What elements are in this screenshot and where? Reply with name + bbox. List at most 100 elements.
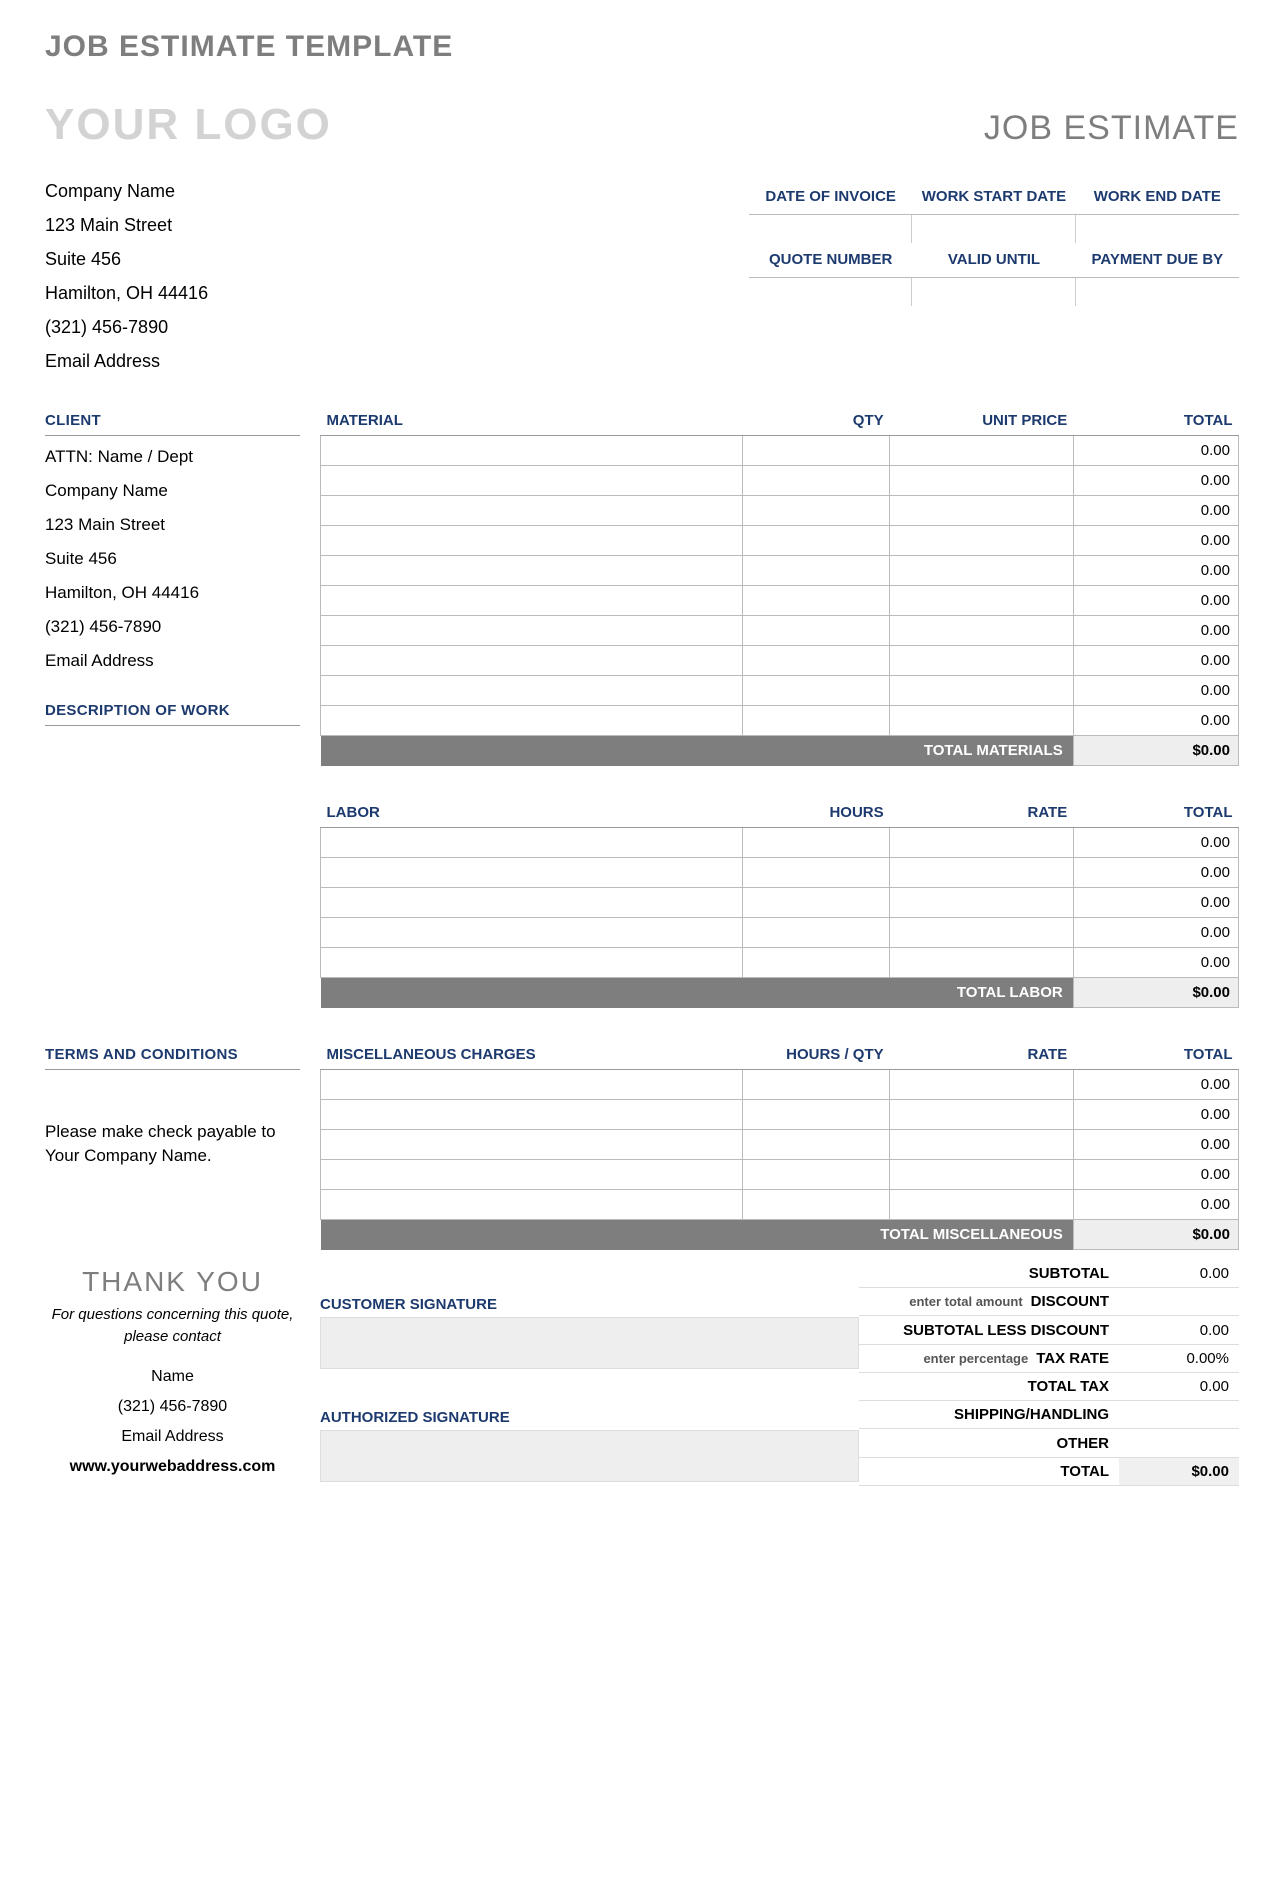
cell[interactable]	[743, 1070, 890, 1100]
cell-total[interactable]: 0.00	[1073, 436, 1238, 466]
cell-total[interactable]: 0.00	[1073, 888, 1238, 918]
cell-desc[interactable]	[321, 616, 743, 646]
cell-desc[interactable]	[321, 556, 743, 586]
cell[interactable]	[890, 526, 1074, 556]
cell-desc[interactable]	[321, 858, 743, 888]
cell[interactable]	[890, 888, 1074, 918]
cell[interactable]	[743, 828, 890, 858]
cell-total[interactable]: 0.00	[1073, 496, 1238, 526]
cell[interactable]	[890, 828, 1074, 858]
customer-signature-box[interactable]	[320, 1317, 859, 1369]
cell-desc[interactable]	[321, 888, 743, 918]
cell[interactable]	[743, 1190, 890, 1220]
cell[interactable]	[890, 1160, 1074, 1190]
meta-value-valid-until[interactable]	[912, 278, 1075, 306]
cell[interactable]	[890, 496, 1074, 526]
meta-value-quote-number[interactable]	[749, 278, 912, 306]
cell[interactable]	[890, 586, 1074, 616]
cell[interactable]	[743, 918, 890, 948]
cell[interactable]	[743, 526, 890, 556]
cell-total[interactable]: 0.00	[1073, 1130, 1238, 1160]
discount-value[interactable]	[1119, 1288, 1239, 1316]
cell-total[interactable]: 0.00	[1073, 616, 1238, 646]
cell-total[interactable]: 0.00	[1073, 948, 1238, 978]
cell-desc[interactable]	[321, 1070, 743, 1100]
cell-total[interactable]: 0.00	[1073, 556, 1238, 586]
grand-total-value: $0.00	[1119, 1458, 1239, 1486]
cell[interactable]	[890, 858, 1074, 888]
other-value[interactable]	[1119, 1430, 1239, 1458]
cell[interactable]	[890, 706, 1074, 736]
cell[interactable]	[743, 858, 890, 888]
cell-total[interactable]: 0.00	[1073, 1190, 1238, 1220]
cell[interactable]	[890, 1100, 1074, 1130]
cell[interactable]	[743, 676, 890, 706]
cell[interactable]	[743, 1100, 890, 1130]
cell[interactable]	[743, 706, 890, 736]
cell-total[interactable]: 0.00	[1073, 676, 1238, 706]
cell-desc[interactable]	[321, 918, 743, 948]
cell[interactable]	[890, 1130, 1074, 1160]
cell-desc[interactable]	[321, 1130, 743, 1160]
cell-desc[interactable]	[321, 466, 743, 496]
cell-desc[interactable]	[321, 828, 743, 858]
grand-total-label: TOTAL	[859, 1458, 1119, 1486]
cell-desc[interactable]	[321, 948, 743, 978]
cell[interactable]	[743, 496, 890, 526]
cell[interactable]	[890, 616, 1074, 646]
meta-value-date-invoice[interactable]	[749, 215, 912, 243]
cell[interactable]	[743, 466, 890, 496]
cell-desc[interactable]	[321, 496, 743, 526]
cell-total[interactable]: 0.00	[1073, 1100, 1238, 1130]
meta-value-work-end[interactable]	[1076, 215, 1239, 243]
cell[interactable]	[743, 556, 890, 586]
discount-label: DISCOUNT	[1031, 1292, 1109, 1312]
meta-value-work-start[interactable]	[912, 215, 1075, 243]
cell[interactable]	[890, 556, 1074, 586]
cell-total[interactable]: 0.00	[1073, 586, 1238, 616]
cell[interactable]	[890, 646, 1074, 676]
cell[interactable]	[890, 948, 1074, 978]
taxrate-value[interactable]: 0.00%	[1119, 1345, 1239, 1373]
cell-total[interactable]: 0.00	[1073, 526, 1238, 556]
cell[interactable]	[743, 1130, 890, 1160]
cell-total[interactable]: 0.00	[1073, 706, 1238, 736]
cell-desc[interactable]	[321, 1160, 743, 1190]
cell[interactable]	[890, 466, 1074, 496]
cell-total[interactable]: 0.00	[1073, 1160, 1238, 1190]
cell[interactable]	[890, 676, 1074, 706]
cell-total[interactable]: 0.00	[1073, 858, 1238, 888]
taxrate-label: TAX RATE	[1036, 1349, 1109, 1369]
cell[interactable]	[890, 1190, 1074, 1220]
taxrate-hint: enter percentage	[923, 1349, 1028, 1369]
cell-desc[interactable]	[321, 436, 743, 466]
cell-desc[interactable]	[321, 526, 743, 556]
meta-value-payment-due[interactable]	[1076, 278, 1239, 306]
authorized-signature-box[interactable]	[320, 1430, 859, 1482]
cell[interactable]	[743, 888, 890, 918]
meta-header: WORK START DATE	[912, 180, 1075, 215]
shipping-value[interactable]	[1119, 1401, 1239, 1429]
cell[interactable]	[743, 646, 890, 676]
cell-desc[interactable]	[321, 586, 743, 616]
cell-total[interactable]: 0.00	[1073, 646, 1238, 676]
cell-desc[interactable]	[321, 676, 743, 706]
cell-desc[interactable]	[321, 1100, 743, 1130]
cell-desc[interactable]	[321, 1190, 743, 1220]
cell[interactable]	[743, 616, 890, 646]
cell[interactable]	[890, 918, 1074, 948]
cell[interactable]	[743, 436, 890, 466]
cell-desc[interactable]	[321, 706, 743, 736]
cell[interactable]	[890, 1070, 1074, 1100]
cell-total[interactable]: 0.00	[1073, 466, 1238, 496]
cell[interactable]	[743, 948, 890, 978]
cell[interactable]	[890, 436, 1074, 466]
cell[interactable]	[743, 1160, 890, 1190]
cell-total[interactable]: 0.00	[1073, 1070, 1238, 1100]
cell-desc[interactable]	[321, 646, 743, 676]
cell-total[interactable]: 0.00	[1073, 918, 1238, 948]
client-city: Hamilton, OH 44416	[45, 576, 300, 610]
cell-total[interactable]: 0.00	[1073, 828, 1238, 858]
cell[interactable]	[743, 586, 890, 616]
misc-col-total: TOTAL	[1073, 1038, 1238, 1070]
